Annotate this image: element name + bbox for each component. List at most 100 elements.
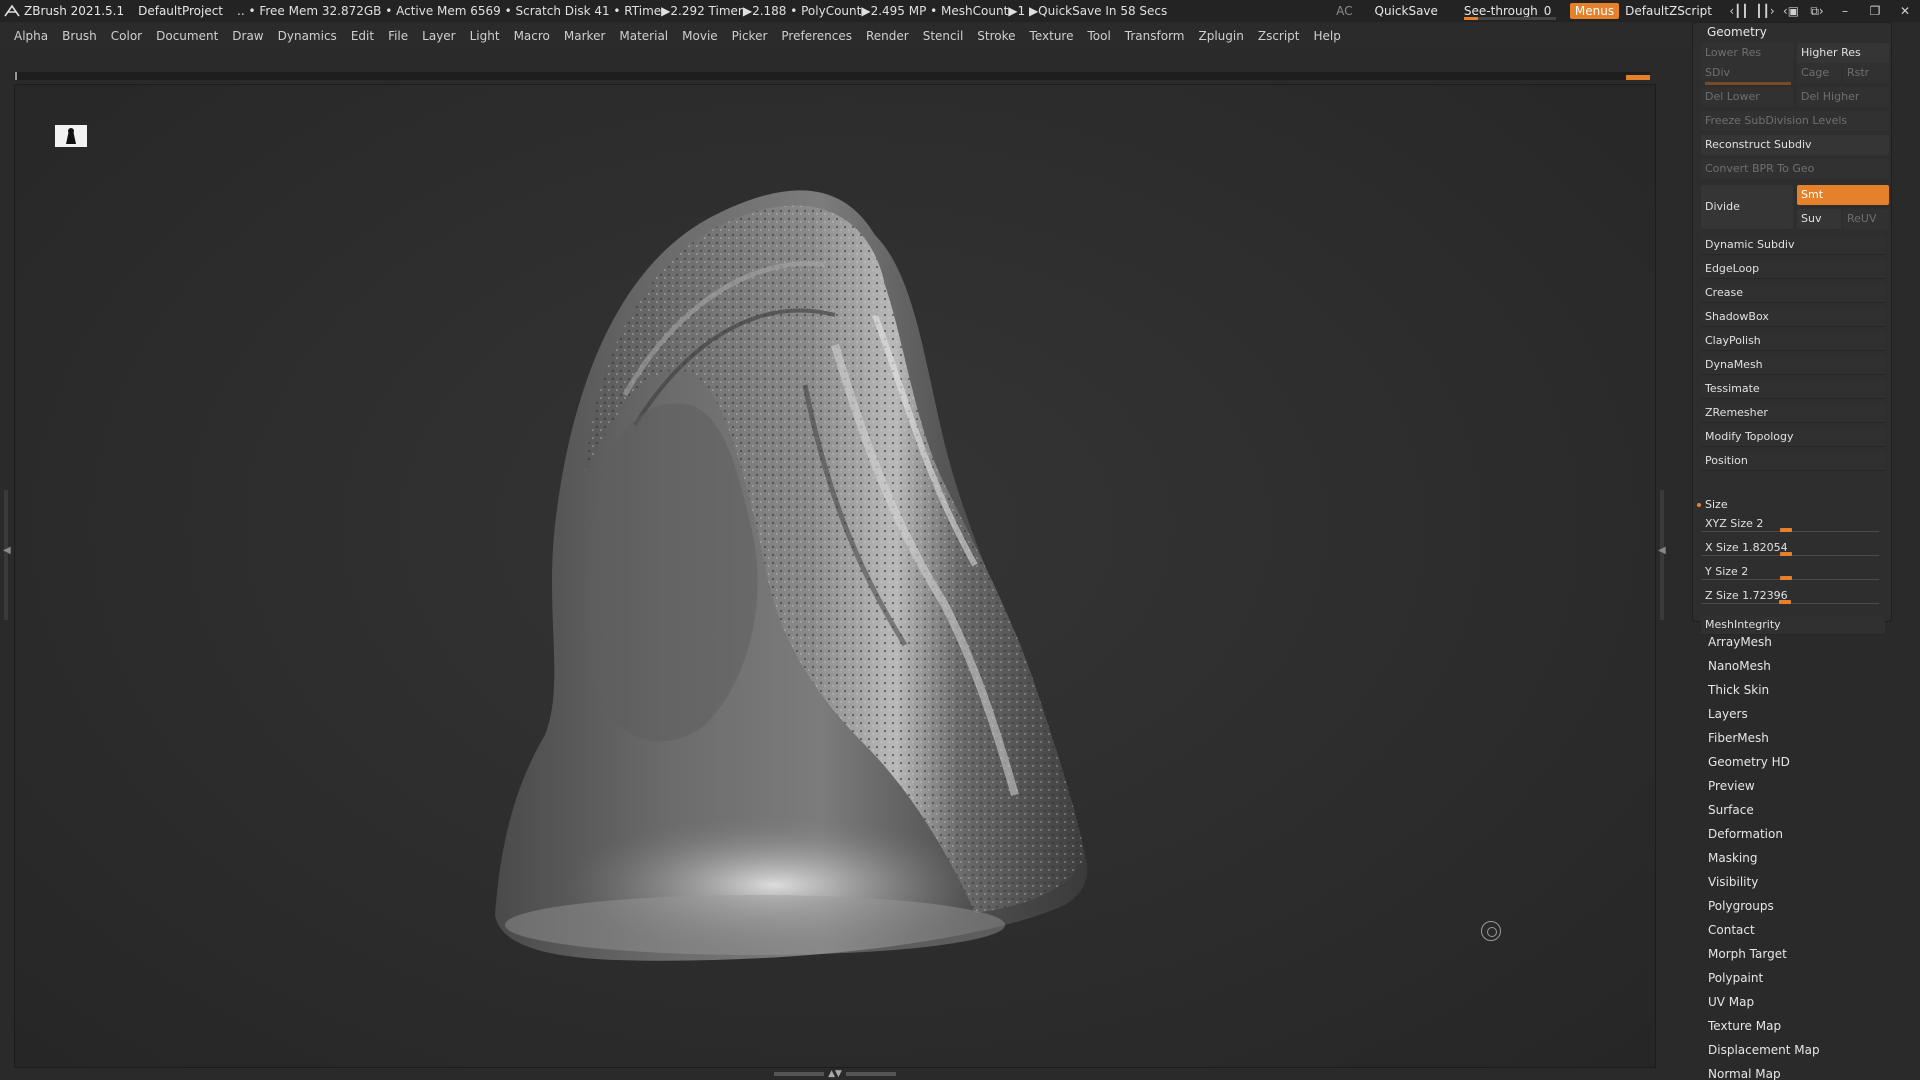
rstr-button[interactable]: Rstr [1843,63,1889,83]
xyz-size-slider[interactable]: XYZ Size 2 [1701,515,1885,537]
menu-preferences[interactable]: Preferences [781,29,852,43]
slider-thumb[interactable] [1780,552,1792,556]
palette-visibility[interactable]: Visibility [1708,870,1908,894]
menu-document[interactable]: Document [156,29,218,43]
menu-picker[interactable]: Picker [732,29,768,43]
shelf-strip [14,72,1650,80]
palette-polygroups[interactable]: Polygroups [1708,894,1908,918]
slider-thumb[interactable] [1779,600,1791,604]
menu-edit[interactable]: Edit [351,29,374,43]
menu-tool[interactable]: Tool [1087,29,1110,43]
size-subpalette[interactable]: Size [1701,495,1881,515]
z-size-slider[interactable]: Z Size 1.72396 [1701,587,1885,609]
menu-marker[interactable]: Marker [564,29,605,43]
menu-dynamics[interactable]: Dynamics [278,29,337,43]
palette-surface[interactable]: Surface [1708,798,1908,822]
palette-displacement-map[interactable]: Displacement Map [1708,1038,1908,1062]
palette-morph-target[interactable]: Morph Target [1708,942,1908,966]
reuv-toggle[interactable]: ReUV [1843,209,1889,229]
menu-zplugin[interactable]: Zplugin [1199,29,1244,43]
menu-light[interactable]: Light [470,29,500,43]
palette-uv-map[interactable]: UV Map [1708,990,1908,1014]
menu-texture[interactable]: Texture [1030,29,1074,43]
palette-geometry-hd[interactable]: Geometry HD [1708,750,1908,774]
rotate-icon[interactable]: ‹▣ [1778,4,1804,18]
menu-stencil[interactable]: Stencil [923,29,964,43]
slider-thumb[interactable] [1780,576,1792,580]
shelf-handle[interactable] [1626,75,1650,80]
palette-nanomesh[interactable]: NanoMesh [1708,654,1908,678]
del-lower-button[interactable]: Del Lower [1701,87,1793,107]
subpalette-shadowbox[interactable]: ShadowBox [1701,307,1885,327]
menu-stroke[interactable]: Stroke [977,29,1015,43]
zbrush-logo-icon [4,3,20,19]
minimize-icon[interactable]: – [1830,4,1860,18]
menus-toggle-button[interactable]: Menus [1569,3,1620,19]
quicksave-button[interactable]: QuickSave [1375,4,1438,18]
bottom-tray-handle[interactable]: ▲▼ [770,1069,900,1079]
menu-layer[interactable]: Layer [422,29,455,43]
palette-contact[interactable]: Contact [1708,918,1908,942]
menu-movie[interactable]: Movie [682,29,718,43]
palette-normal-map[interactable]: Normal Map [1708,1062,1908,1080]
subpalette-tessimate[interactable]: Tessimate [1701,379,1885,399]
gizmo-pivot-icon[interactable] [1481,921,1501,941]
suv-toggle[interactable]: Suv [1797,209,1841,229]
menu-draw[interactable]: Draw [232,29,263,43]
subpalette-dynamesh[interactable]: DynaMesh [1701,355,1885,375]
subpalette-dynamic-subdiv[interactable]: Dynamic Subdiv [1701,235,1885,255]
default-zscript-button[interactable]: DefaultZScript [1625,4,1712,18]
slider-thumb[interactable] [1780,528,1792,532]
menu-file[interactable]: File [388,29,408,43]
del-higher-button[interactable]: Del Higher [1797,87,1889,107]
palette-masking[interactable]: Masking [1708,846,1908,870]
menu-transform[interactable]: Transform [1125,29,1185,43]
app-version: ZBrush 2021.5.1 [24,4,125,18]
palette-polypaint[interactable]: Polypaint [1708,966,1908,990]
menu-color[interactable]: Color [111,29,142,43]
subpalette-claypolish[interactable]: ClayPolish [1701,331,1885,351]
sdiv-slider[interactable]: SDiv [1701,63,1793,83]
subpalette-modify-topology[interactable]: Modify Topology [1701,427,1885,447]
subpalette-crease[interactable]: Crease [1701,283,1885,303]
convert-bpr-button[interactable]: Convert BPR To Geo [1701,159,1889,179]
x-size-slider[interactable]: X Size 1.82054 [1701,539,1885,561]
higher-res-button[interactable]: Higher Res [1797,43,1889,63]
palette-thick-skin[interactable]: Thick Skin [1708,678,1908,702]
divide-button[interactable]: Divide [1701,185,1793,229]
y-size-slider[interactable]: Y Size 2 [1701,563,1885,585]
subpalette-zremesher[interactable]: ZRemesher [1701,403,1885,423]
palette-texture-map[interactable]: Texture Map [1708,1014,1908,1038]
palette-arraymesh[interactable]: ArrayMesh [1708,630,1908,654]
perspective-camera-icon[interactable] [55,125,87,147]
menu-help[interactable]: Help [1314,29,1341,43]
palette-deformation[interactable]: Deformation [1708,822,1908,846]
layout-right-icon[interactable]: ┃┃› [1752,4,1778,18]
menu-brush[interactable]: Brush [62,29,97,43]
copy-window-icon[interactable]: ⧉› [1804,4,1830,19]
palette-preview[interactable]: Preview [1708,774,1908,798]
close-icon[interactable]: ✕ [1890,4,1920,18]
palette-fibermesh[interactable]: FiberMesh [1708,726,1908,750]
lower-res-button[interactable]: Lower Res [1701,43,1793,63]
geometry-title[interactable]: Geometry [1693,23,1891,41]
document-canvas[interactable] [14,84,1656,1068]
palette-layers[interactable]: Layers [1708,702,1908,726]
sculpted-mesh[interactable] [475,145,1235,1025]
menu-alpha[interactable]: Alpha [14,29,48,43]
ac-button[interactable]: AC [1336,4,1352,18]
restore-icon[interactable]: ❐ [1860,4,1890,18]
menu-render[interactable]: Render [866,29,909,43]
smt-toggle[interactable]: Smt [1797,185,1889,205]
menu-material[interactable]: Material [619,29,668,43]
menu-zscript[interactable]: Zscript [1258,29,1300,43]
see-through-slider[interactable]: See-through 0 [1463,0,1556,22]
subpalette-edgeloop[interactable]: EdgeLoop [1701,259,1885,279]
cage-button[interactable]: Cage [1797,63,1841,83]
reconstruct-subdiv-button[interactable]: Reconstruct Subdiv [1701,135,1889,155]
right-tray-arrow-icon: ◀ [1658,545,1666,556]
layout-left-icon[interactable]: ‹┃┃ [1726,4,1752,18]
subpalette-position[interactable]: Position [1701,451,1885,471]
freeze-subdivision-button[interactable]: Freeze SubDivision Levels [1701,111,1889,131]
menu-macro[interactable]: Macro [514,29,550,43]
